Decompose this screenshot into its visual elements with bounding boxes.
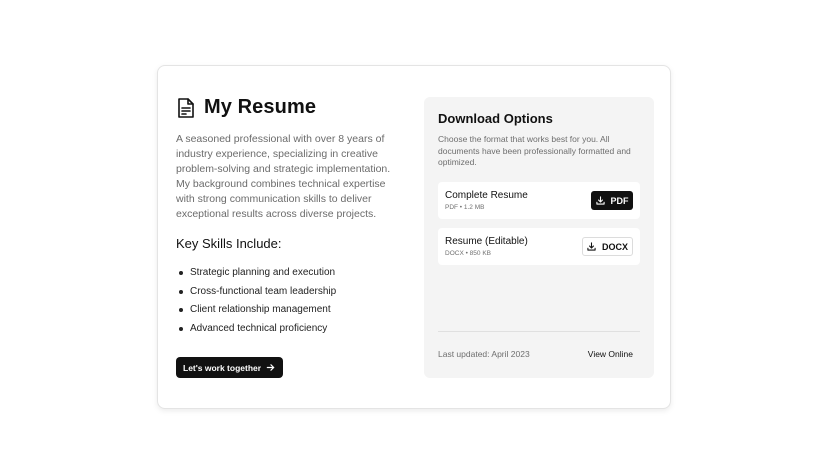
download-icon <box>587 242 596 251</box>
skill-item: Advanced technical proficiency <box>176 322 336 341</box>
download-docx-button[interactable]: DOCX <box>582 237 633 256</box>
download-title: Download Options <box>438 111 553 126</box>
divider <box>438 331 640 332</box>
intro-paragraph: A seasoned professional with over 8 year… <box>176 133 391 220</box>
skills-heading: Key Skills Include: <box>176 236 282 251</box>
skill-item: Cross-functional team leadership <box>176 285 336 304</box>
download-description: Choose the format that works best for yo… <box>438 134 631 167</box>
title-row: My Resume <box>176 96 316 119</box>
work-together-button[interactable]: Let's work together <box>176 357 283 378</box>
file-meta: DOCX • 850 KB <box>445 250 491 257</box>
view-online-link[interactable]: View Online <box>588 349 633 359</box>
download-pdf-label: PDF <box>610 195 629 206</box>
download-pdf-button[interactable]: PDF <box>591 191 633 210</box>
file-card-pdf: Complete Resume PDF • 1.2 MB PDF <box>438 182 640 219</box>
skill-item: Strategic planning and execution <box>176 266 336 285</box>
arrow-right-icon <box>266 364 275 371</box>
file-name: Resume (Editable) <box>445 236 528 247</box>
page-title: My Resume <box>204 96 317 118</box>
document-icon <box>178 97 194 118</box>
file-card-docx: Resume (Editable) DOCX • 850 KB DOCX <box>438 228 640 265</box>
file-meta: PDF • 1.2 MB <box>445 204 485 211</box>
file-name: Complete Resume <box>445 190 528 201</box>
last-updated: Last updated: April 2023 <box>438 349 530 359</box>
resume-card: My Resume A seasoned professional with o… <box>157 65 671 409</box>
download-icon <box>595 196 605 205</box>
download-panel: Download Options Choose the format that … <box>424 97 654 378</box>
skill-item: Client relationship management <box>176 303 336 322</box>
work-together-label: Let's work together <box>183 362 262 373</box>
download-docx-label: DOCX <box>601 241 628 252</box>
skills-list: Strategic planning and execution Cross-f… <box>176 266 336 340</box>
